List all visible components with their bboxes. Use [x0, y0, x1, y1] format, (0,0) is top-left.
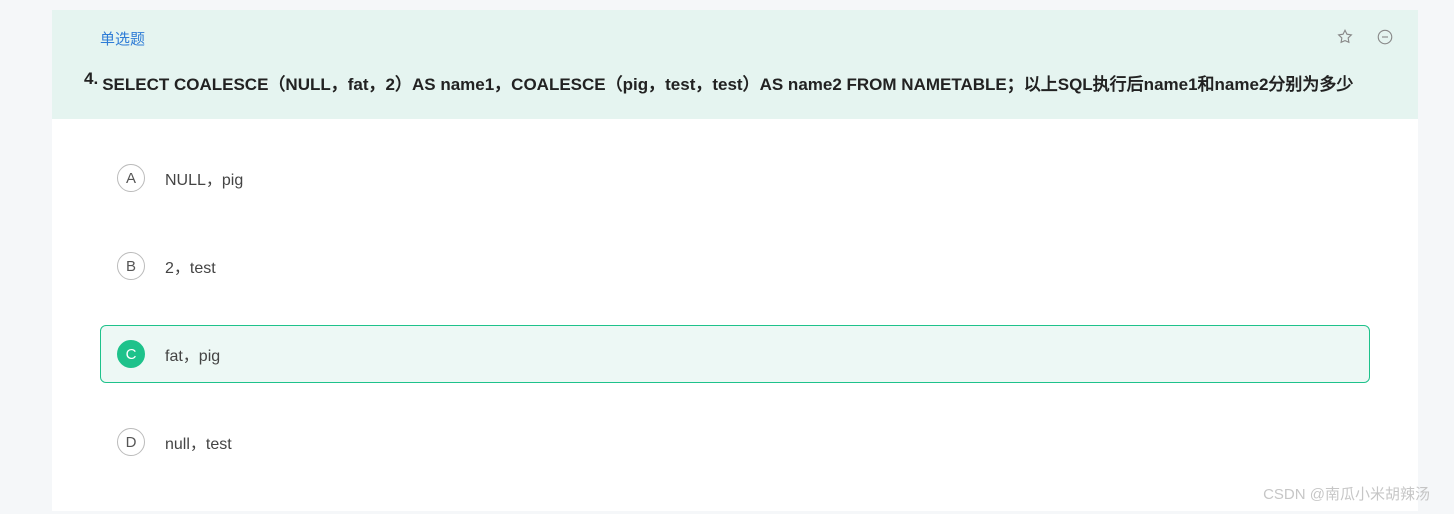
option-a[interactable]: A NULL，pig [100, 149, 1370, 207]
option-letter: C [117, 340, 145, 368]
options-area: A NULL，pig B 2，test C fat，pig D null，tes… [52, 119, 1418, 511]
option-text: 2，test [165, 254, 216, 278]
collapse-icon[interactable] [1376, 28, 1394, 51]
option-letter: D [117, 428, 145, 456]
option-text: fat，pig [165, 342, 220, 366]
question-header: 单选题 4. SELECT COALESCE（NULL，fat，2）AS nam… [52, 10, 1418, 119]
header-top: 单选题 [100, 28, 1394, 51]
question-number: 4. [84, 69, 98, 89]
question-type-label: 单选题 [100, 28, 145, 49]
question-text-row: 4. SELECT COALESCE（NULL，fat，2）AS name1，C… [100, 69, 1394, 101]
option-letter: A [117, 164, 145, 192]
option-c[interactable]: C fat，pig [100, 325, 1370, 383]
watermark: CSDN @南瓜小米胡辣汤 [1263, 483, 1430, 504]
option-text: null，test [165, 430, 232, 454]
star-icon[interactable] [1336, 28, 1354, 51]
option-text: NULL，pig [165, 166, 243, 190]
option-letter: B [117, 252, 145, 280]
option-d[interactable]: D null，test [100, 413, 1370, 471]
question-container: 单选题 4. SELECT COALESCE（NULL，fat，2）AS nam… [52, 10, 1418, 511]
option-b[interactable]: B 2，test [100, 237, 1370, 295]
header-icons [1336, 28, 1394, 51]
question-text: SELECT COALESCE（NULL，fat，2）AS name1，COAL… [102, 69, 1353, 101]
